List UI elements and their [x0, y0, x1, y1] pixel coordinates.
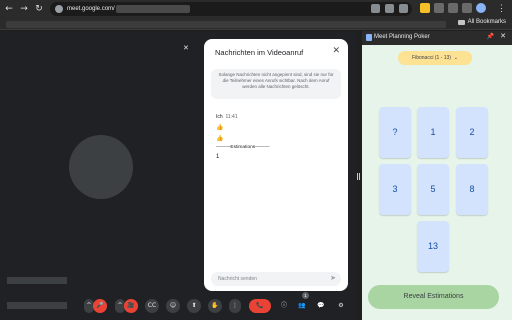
meeting-info-button[interactable]: ⓘ [278, 299, 290, 313]
sidepanel-icon[interactable] [448, 3, 458, 13]
chat-panel: Nachrichten im Videoanruf ✕ Solange Nach… [204, 39, 348, 291]
reveal-estimations-button[interactable]: Reveal Estimations [368, 285, 499, 309]
leave-call-button[interactable]: 📞 [249, 299, 271, 313]
side-panel-header: Meet Planning Poker 📌 ✕ [362, 31, 512, 45]
chat-info-banner: Solange Nachrichten nicht angepinnt sind… [211, 69, 341, 99]
side-panel-title: Meet Planning Poker [374, 34, 430, 40]
chat-message: ———Estimations——— [216, 145, 270, 150]
chat-message: 1 [216, 154, 220, 160]
deck-select[interactable]: Fibonacci (1 - 13) ⌄ [398, 51, 472, 65]
panel-resize-handle[interactable] [357, 173, 360, 180]
camera-toggle-button[interactable]: 🎥 [124, 299, 138, 313]
message-time: 11:41 [225, 114, 238, 120]
chat-button[interactable]: 💬 [315, 299, 327, 313]
meeting-name-redacted [7, 302, 67, 309]
present-button[interactable]: ⬆ [187, 299, 201, 313]
extension-icon[interactable] [420, 3, 430, 13]
raise-hand-button[interactable]: ✋ [208, 299, 222, 313]
extension-logo-icon [366, 34, 372, 41]
camera-permission-icon[interactable] [371, 4, 380, 13]
bookmarks-bar: All Bookmarks [0, 18, 512, 30]
activities-button[interactable]: ⚙ [335, 299, 347, 313]
all-bookmarks-label: All Bookmarks [467, 19, 506, 25]
avatar [69, 135, 133, 199]
meeting-controls: ^ 🎤 ^ 🎥 CC ☺ ⬆ ✋ ⋮ 📞 ⓘ 👥 1 💬 ⚙ [0, 292, 356, 320]
captions-button[interactable]: CC [145, 299, 159, 313]
estimate-card[interactable]: 3 [379, 164, 411, 215]
pin-icon[interactable]: 📌 [487, 33, 494, 40]
folder-icon [457, 19, 465, 25]
reload-icon[interactable]: ↻ [33, 3, 45, 15]
address-bar[interactable]: meet.google.com/ [50, 2, 412, 16]
chat-message-input[interactable]: Nachricht senden ➤ [211, 272, 341, 286]
chevron-down-icon: ⌄ [452, 55, 458, 61]
bookmarks-redacted [6, 21, 446, 28]
message-sender: Ich [216, 114, 223, 120]
estimate-card[interactable]: 1 [417, 107, 449, 158]
chat-message: 👍 [216, 125, 224, 131]
all-bookmarks-button[interactable]: All Bookmarks [457, 19, 506, 25]
estimate-card[interactable]: ? [379, 107, 411, 158]
participant-name-redacted [7, 277, 67, 284]
send-icon[interactable]: ➤ [330, 274, 336, 282]
planning-poker-panel: Meet Planning Poker 📌 ✕ Fibonacci (1 - 1… [362, 31, 512, 320]
people-button[interactable]: 👥 [296, 299, 308, 313]
extension-icon[interactable] [434, 3, 444, 13]
close-icon[interactable]: ✕ [500, 32, 506, 40]
estimate-card[interactable]: 2 [456, 107, 488, 158]
forward-icon[interactable]: → [18, 3, 30, 15]
chat-message: 👍 [216, 136, 224, 142]
url-text: meet.google.com/ [67, 6, 115, 12]
close-icon[interactable]: ✕ [332, 46, 340, 56]
emoji-button[interactable]: ☺ [166, 299, 180, 313]
estimate-card[interactable]: 5 [417, 164, 449, 215]
extensions-puzzle-icon[interactable] [462, 3, 472, 13]
people-count-badge: 1 [302, 292, 309, 299]
bookmark-star-icon[interactable] [399, 4, 408, 13]
chat-title: Nachrichten im Videoanruf [215, 48, 304, 57]
back-icon[interactable]: ← [3, 3, 15, 15]
translate-icon[interactable] [385, 4, 394, 13]
deck-select-value: Fibonacci (1 - 13) [412, 55, 451, 61]
site-info-icon[interactable] [55, 5, 63, 13]
mic-off-icon: ✕ [183, 45, 189, 52]
estimate-card[interactable]: 13 [417, 221, 449, 272]
more-options-button[interactable]: ⋮ [229, 299, 241, 313]
participant-tile[interactable] [0, 31, 201, 291]
url-redacted [115, 5, 190, 13]
browser-toolbar: ← → ↻ meet.google.com/ ⋮ [0, 0, 512, 18]
message-header: Ich 11:41 [216, 114, 238, 120]
estimate-card[interactable]: 8 [456, 164, 488, 215]
chat-input-placeholder: Nachricht senden [218, 275, 257, 282]
mic-toggle-button[interactable]: 🎤 [93, 299, 107, 313]
browser-menu-icon[interactable]: ⋮ [497, 3, 506, 14]
meet-stage: ✕ Nachrichten im Videoanruf ✕ Solange Na… [0, 31, 356, 320]
profile-avatar[interactable] [476, 3, 486, 13]
